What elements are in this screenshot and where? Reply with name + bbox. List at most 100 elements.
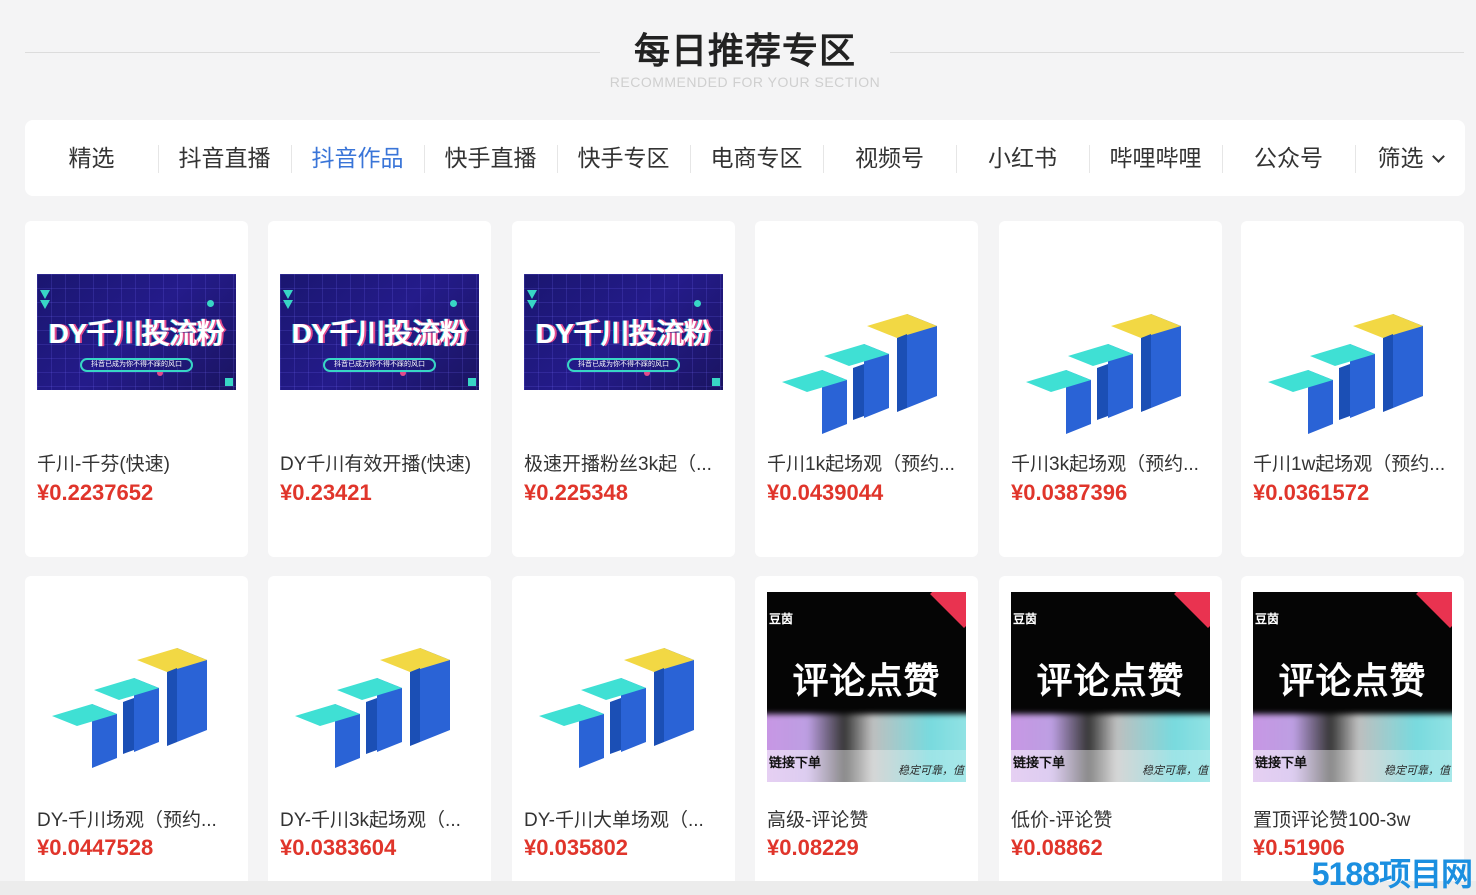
product-card[interactable]: 豆茵 评论点赞 链接下单 稳定可靠，值 置顶评论赞100-3w ¥0.51906 [1241,576,1464,895]
tab-video-account[interactable]: 视频号 [823,120,956,196]
product-name[interactable]: 千川3k起场观（预约... [1011,449,1211,476]
bottom-strip [0,881,1476,895]
product-price: ¥0.08229 [767,835,859,860]
section-title: 每日推荐专区 [633,30,856,71]
page: 每日推荐专区 RECOMMENDED FOR YOUR SECTION 精选 抖… [0,0,1476,895]
banner-brand: 豆茵 [1255,612,1280,626]
product-image[interactable]: 豆茵 评论点赞 链接下单 稳定可靠，值 [1011,592,1210,782]
banner-note: 稳定可靠，值 [1384,765,1450,777]
product-card[interactable]: DY-千川大单场观（... ¥0.035802 [512,576,735,895]
dy-qianchuan-banner: DY千川投流粉 抖音已成为你不得不踩的风口 [37,274,236,390]
product-name[interactable]: DY-千川场观（预约... [37,805,237,832]
product-price: ¥0.23421 [280,480,372,505]
product-image[interactable] [1253,258,1452,448]
product-price: ¥0.0361572 [1253,480,1370,505]
comment-like-banner: 豆茵 评论点赞 链接下单 稳定可靠，值 [1011,592,1210,782]
product-image[interactable]: 豆茵 评论点赞 链接下单 稳定可靠，值 [1253,592,1452,782]
tab-jingxuan[interactable]: 精选 [25,120,158,196]
tab-official-account[interactable]: 公众号 [1222,120,1355,196]
product-name[interactable]: 千川1k起场观（预约... [767,449,967,476]
corner-ribbon [930,592,966,628]
product-price: ¥0.2237652 [37,480,154,505]
product-card[interactable]: 千川1k起场观（预约... ¥0.0439044 [755,221,978,557]
dy-qianchuan-banner: DY千川投流粉 抖音已成为你不得不踩的风口 [280,274,479,390]
bar-steps-logo [52,648,207,768]
product-price: ¥0.0447528 [37,835,154,860]
tab-ecommerce[interactable]: 电商专区 [690,120,823,196]
product-image[interactable]: DY千川投流粉 抖音已成为你不得不踩的风口 [37,258,236,448]
bar-steps-logo [782,314,937,434]
bar-steps-logo [295,648,450,768]
product-image[interactable] [1011,258,1210,448]
banner-brand: 豆茵 [769,612,794,626]
banner-headline: 评论点赞 [1278,660,1427,701]
tab-bilibili[interactable]: 哔哩哔哩 [1089,120,1222,196]
chevron-down-icon [1431,150,1445,163]
bar-steps-logo [1268,314,1423,434]
product-image[interactable] [767,258,966,448]
product-image[interactable] [280,592,479,782]
product-image[interactable]: DY千川投流粉 抖音已成为你不得不踩的风口 [280,258,479,448]
bar-steps-logo [539,648,694,768]
category-tabs: 精选 抖音直播 抖音作品 快手直播 快手专区 电商专区 视频号 小红书 哔哩哔哩… [25,120,1465,196]
banner-headline: 评论点赞 [1036,660,1185,701]
tab-douyin-live[interactable]: 抖音直播 [158,120,291,196]
product-card[interactable]: DY千川投流粉 抖音已成为你不得不踩的风口 极速开播粉丝3k起（... ¥0.2… [512,221,735,557]
product-card[interactable]: 豆茵 评论点赞 链接下单 稳定可靠，值 高级-评论赞 ¥0.08229 [755,576,978,895]
header-divider-right [890,52,1464,53]
product-card[interactable]: 千川3k起场观（预约... ¥0.0387396 [999,221,1222,557]
product-image[interactable] [524,592,723,782]
product-price: ¥0.0383604 [280,835,397,860]
banner-note: 稳定可靠，值 [1142,765,1208,777]
watermark: 5188项目网 [1311,856,1473,892]
product-name[interactable]: 低价-评论赞 [1011,805,1211,832]
product-image[interactable]: 豆茵 评论点赞 链接下单 稳定可靠，值 [767,592,966,782]
product-card[interactable]: DY-千川场观（预约... ¥0.0447528 [25,576,248,895]
product-image[interactable]: DY千川投流粉 抖音已成为你不得不踩的风口 [524,258,723,448]
bar-steps-logo [1026,314,1181,434]
banner-tagline: 抖音已成为你不得不踩的风口 [323,358,436,372]
comment-like-banner: 豆茵 评论点赞 链接下单 稳定可靠，值 [767,592,966,782]
banner-note: 稳定可靠，值 [898,765,964,777]
header-divider-left [25,52,600,53]
product-name[interactable]: DY-千川3k起场观（... [280,805,480,832]
product-name[interactable]: DY千川有效开播(快速) [280,449,480,476]
product-price: ¥0.225348 [524,480,628,505]
section-subtitle: RECOMMENDED FOR YOUR SECTION [609,74,881,90]
banner-headline: DY千川投流粉 [291,318,468,349]
banner-cta: 链接下单 [1255,755,1308,770]
section-header: 每日推荐专区 RECOMMENDED FOR YOUR SECTION [0,0,1476,110]
dy-qianchuan-banner: DY千川投流粉 抖音已成为你不得不踩的风口 [524,274,723,390]
comment-like-banner: 豆茵 评论点赞 链接下单 稳定可靠，值 [1253,592,1452,782]
product-card[interactable]: 豆茵 评论点赞 链接下单 稳定可靠，值 低价-评论赞 ¥0.08862 [999,576,1222,895]
tab-kuaishou-zone[interactable]: 快手专区 [557,120,690,196]
tab-kuaishou-live[interactable]: 快手直播 [424,120,557,196]
product-name[interactable]: 千川1w起场观（预约... [1253,449,1453,476]
product-card[interactable]: DY千川投流粉 抖音已成为你不得不踩的风口 千川-千芬(快速) ¥0.22376… [25,221,248,557]
product-name[interactable]: 高级-评论赞 [767,805,967,832]
product-card[interactable]: DY-千川3k起场观（... ¥0.0383604 [268,576,491,895]
product-price: ¥0.035802 [524,835,628,860]
corner-ribbon [1174,592,1210,628]
product-price: ¥0.0387396 [1011,480,1128,505]
banner-headline: 评论点赞 [792,660,941,701]
product-name[interactable]: DY-千川大单场观（... [524,805,724,832]
filter-dropdown[interactable]: 筛选 [1355,120,1465,196]
banner-tagline: 抖音已成为你不得不踩的风口 [80,358,193,372]
banner-headline: DY千川投流粉 [48,318,225,349]
tab-xiaohongshu[interactable]: 小红书 [956,120,1089,196]
banner-tagline: 抖音已成为你不得不踩的风口 [567,358,680,372]
product-name[interactable]: 千川-千芬(快速) [37,449,237,476]
product-name[interactable]: 极速开播粉丝3k起（... [524,449,724,476]
product-price: ¥0.08862 [1011,835,1103,860]
product-price: ¥0.0439044 [767,480,884,505]
tab-douyin-works[interactable]: 抖音作品 [291,120,424,196]
banner-brand: 豆茵 [1013,612,1038,626]
product-image[interactable] [37,592,236,782]
product-card[interactable]: DY千川投流粉 抖音已成为你不得不踩的风口 DY千川有效开播(快速) ¥0.23… [268,221,491,557]
banner-cta: 链接下单 [1013,755,1066,770]
filter-label: 筛选 [1377,145,1424,171]
corner-ribbon [1416,592,1452,628]
product-name[interactable]: 置顶评论赞100-3w [1253,805,1453,832]
product-card[interactable]: 千川1w起场观（预约... ¥0.0361572 [1241,221,1464,557]
